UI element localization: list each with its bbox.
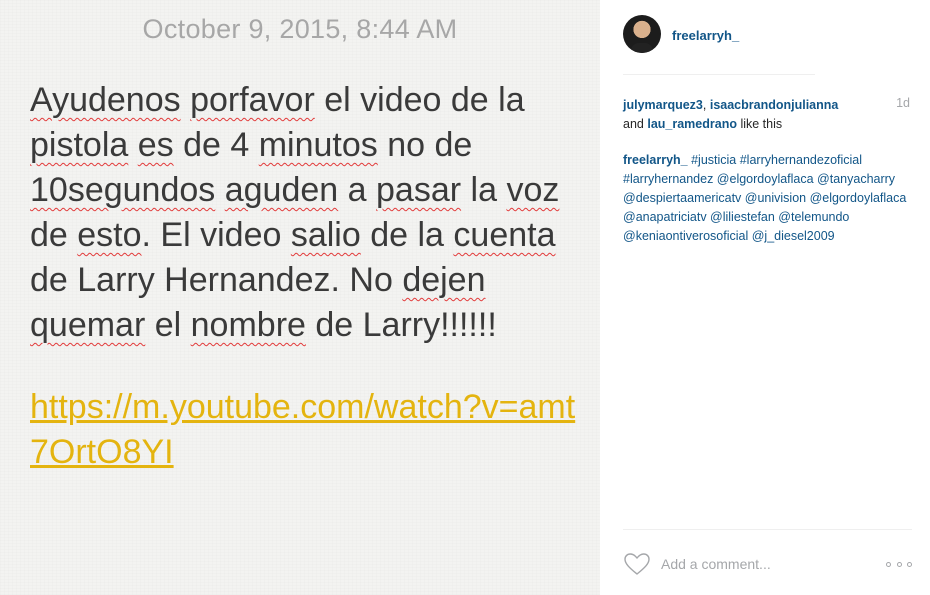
misspelled-word: Ayudenos	[30, 81, 181, 119]
post-sidebar: freelarryh_ julymarquez3, isaacbrandonju…	[600, 0, 930, 595]
note-text-segment	[181, 81, 190, 119]
note-text-segment	[215, 171, 224, 209]
post-time[interactable]: 1d	[896, 96, 910, 110]
note-text-segment: de la	[360, 216, 454, 254]
misspelled-word: pasar	[376, 171, 462, 209]
heart-icon[interactable]	[623, 552, 651, 576]
like-user-3[interactable]: lau_ramedrano	[647, 117, 737, 131]
misspelled-word: salio	[290, 216, 361, 254]
likes-summary: julymarquez3, isaacbrandonjulianna and la…	[623, 98, 839, 131]
note-text-segment: la	[461, 171, 507, 209]
note-text-segment: de Larry Hernandez. No	[30, 261, 403, 299]
note-text-segment: no de	[377, 126, 473, 164]
actions-divider	[623, 529, 912, 530]
misspelled-word: pistola	[30, 126, 129, 164]
note-text-segment: . El video	[141, 216, 291, 254]
note-text-segment: el	[145, 306, 191, 344]
misspelled-word: esto	[77, 216, 142, 254]
note-text-segment: a	[338, 171, 377, 209]
comment-input[interactable]	[661, 553, 871, 575]
more-options-icon[interactable]	[886, 556, 912, 572]
misspelled-word: voz	[506, 171, 560, 209]
misspelled-word: quemar	[30, 306, 146, 344]
misspelled-word: 10segundos	[30, 171, 216, 209]
misspelled-word: aguden	[224, 171, 339, 209]
caption-author[interactable]: freelarryh_	[623, 153, 688, 167]
avatar[interactable]	[623, 15, 661, 53]
note-text-segment: de	[30, 216, 78, 254]
misspelled-word: nombre	[190, 306, 306, 344]
note-text-segment: de 4	[173, 126, 259, 164]
caption: freelarryh_ #justicia #larryhernandezofi…	[623, 151, 913, 246]
note-body: Ayudenos porfavor el video de la pistola…	[30, 78, 585, 475]
header-divider	[623, 74, 815, 75]
like-user-2[interactable]: isaacbrandonjulianna	[710, 98, 839, 112]
note-text: Ayudenos porfavor el video de la pistola…	[30, 78, 585, 348]
misspelled-word: minutos	[258, 126, 378, 164]
post-image: October 9, 2015, 8:44 AM Ayudenos porfav…	[0, 0, 600, 595]
like-user-1[interactable]: julymarquez3	[623, 98, 703, 112]
note-date: October 9, 2015, 8:44 AM	[142, 14, 458, 44]
misspelled-word: cuenta	[453, 216, 556, 254]
post-username[interactable]: freelarryh_	[672, 28, 739, 43]
note-link: https://m.youtube.com/watch?v=amt7OrtO8Y…	[30, 388, 576, 471]
misspelled-word: es	[137, 126, 174, 164]
note-text-segment: el video de la	[314, 81, 525, 119]
note-text-segment: de Larry!!!!!!	[305, 306, 497, 344]
misspelled-word: dejen	[402, 261, 486, 299]
misspelled-word: porfavor	[190, 81, 315, 119]
note-text-segment	[128, 126, 137, 164]
